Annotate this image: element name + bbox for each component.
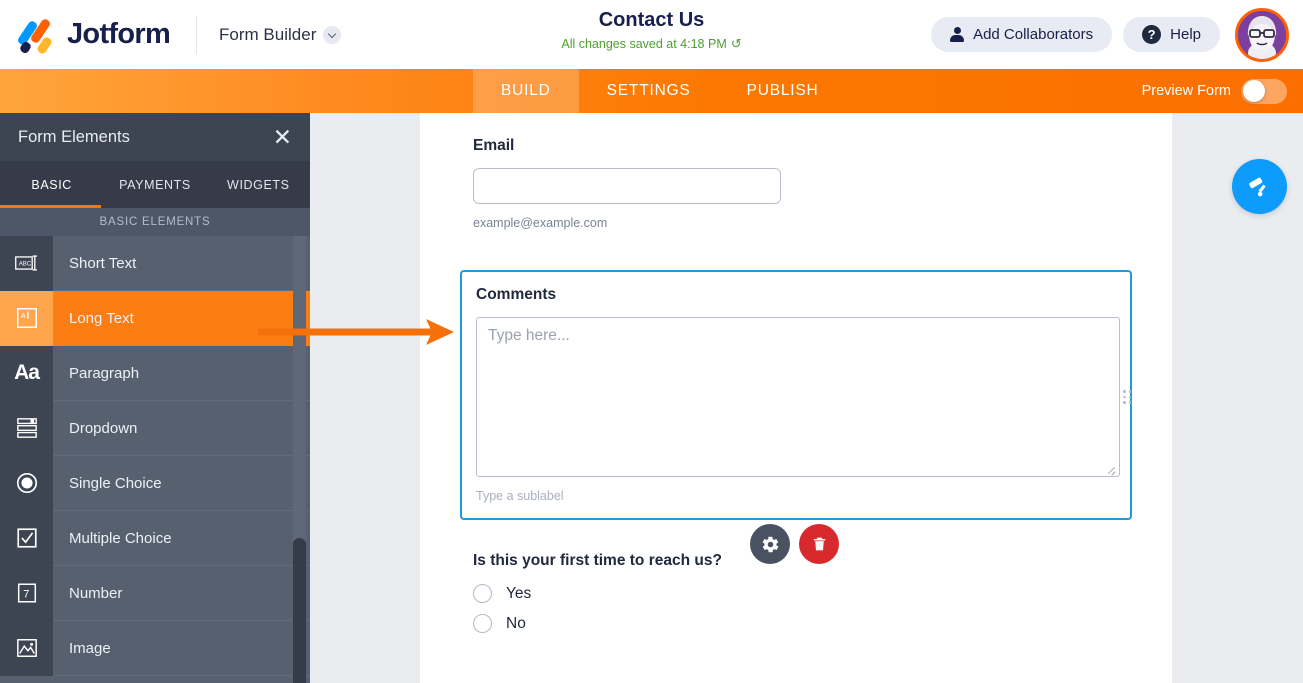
email-input[interactable] bbox=[473, 168, 781, 204]
save-status: All changes saved at 4:18 PM ↺ bbox=[561, 36, 741, 52]
arrow-right-icon bbox=[258, 317, 458, 352]
radio-icon-yes[interactable] bbox=[473, 584, 492, 603]
svg-text:A: A bbox=[21, 313, 26, 320]
form-field-first-time[interactable]: Is this your first time to reach us? Yes… bbox=[473, 552, 1073, 633]
sidebar-tab-indicator bbox=[0, 205, 101, 208]
svg-text:ABC: ABC bbox=[18, 262, 31, 268]
preview-form-toggle[interactable]: Preview Form bbox=[1142, 69, 1287, 113]
avatar[interactable] bbox=[1235, 7, 1289, 62]
sidebar-element-list: ABC Short Text A Long Text Aa Paragraph … bbox=[0, 235, 310, 683]
image-icon bbox=[0, 620, 53, 676]
question-mark-icon: ? bbox=[1142, 25, 1162, 44]
comments-textarea[interactable]: Type here... bbox=[476, 317, 1120, 477]
comments-label: Comments bbox=[476, 286, 557, 303]
radio-icon-no[interactable] bbox=[473, 614, 492, 633]
sidebar-section-label: BASIC ELEMENTS bbox=[0, 208, 310, 236]
long-text-icon: A bbox=[0, 290, 53, 346]
tab-build[interactable]: BUILD bbox=[473, 69, 579, 113]
jotform-logo-icon bbox=[16, 15, 58, 55]
gear-icon bbox=[762, 536, 778, 552]
brand-name: Jotform bbox=[67, 18, 171, 50]
radio-icon bbox=[0, 455, 53, 511]
email-sublabel: example@example.com bbox=[473, 216, 608, 230]
help-button[interactable]: ? Help bbox=[1123, 17, 1220, 52]
sidebar-item-dropdown[interactable]: Dropdown bbox=[0, 400, 310, 456]
field-properties-button[interactable] bbox=[750, 524, 790, 564]
add-collaborators-button[interactable]: Add Collaborators bbox=[931, 17, 1113, 52]
sidebar-item-number[interactable]: 7 Number bbox=[0, 565, 310, 621]
product-menu-label: Form Builder bbox=[219, 24, 317, 44]
sidebar-scrollbar-thumb[interactable] bbox=[293, 538, 306, 683]
svg-text:7: 7 bbox=[23, 589, 29, 601]
tab-settings[interactable]: SETTINGS bbox=[579, 69, 719, 113]
sidebar-item-label: Image bbox=[69, 639, 111, 657]
radio-label-yes: Yes bbox=[506, 584, 532, 602]
sidebar-tabs: BASIC PAYMENTS WIDGETS bbox=[0, 161, 310, 208]
sidebar-item-label: Dropdown bbox=[69, 419, 138, 437]
paragraph-icon: Aa bbox=[0, 345, 53, 401]
header-divider bbox=[196, 15, 198, 54]
header-actions: Add Collaborators ? Help bbox=[931, 0, 1289, 69]
sidebar-item-paragraph[interactable]: Aa Paragraph bbox=[0, 345, 310, 401]
checkbox-icon bbox=[0, 510, 53, 566]
dropdown-icon bbox=[0, 400, 53, 456]
chevron-down-icon bbox=[323, 25, 342, 44]
email-label: Email bbox=[473, 137, 515, 154]
app-header: Jotform Form Builder Contact Us All chan… bbox=[0, 0, 1303, 69]
builder-navbar: BUILD SETTINGS PUBLISH Preview Form bbox=[0, 69, 1303, 113]
preview-form-label: Preview Form bbox=[1141, 83, 1231, 99]
builder-tabs: BUILD SETTINGS PUBLISH bbox=[473, 69, 847, 113]
sidebar-item-single-choice[interactable]: Single Choice bbox=[0, 455, 310, 511]
sidebar-item-multiple-choice[interactable]: Multiple Choice bbox=[0, 510, 310, 566]
tab-publish[interactable]: PUBLISH bbox=[719, 69, 847, 113]
form-field-email[interactable]: Email example@example.com bbox=[420, 113, 1172, 230]
comments-placeholder: Type here... bbox=[488, 327, 570, 344]
sidebar-item-image[interactable]: Image bbox=[0, 620, 310, 676]
close-icon[interactable]: ✕ bbox=[273, 125, 292, 149]
form-designer-button[interactable] bbox=[1232, 159, 1287, 214]
sidebar-item-label: Single Choice bbox=[69, 474, 162, 492]
field-delete-button[interactable] bbox=[799, 524, 839, 564]
sidebar-item-label: Short Text bbox=[69, 254, 137, 272]
resize-handle[interactable] bbox=[1107, 465, 1116, 474]
sidebar-item-label: Paragraph bbox=[69, 364, 140, 382]
brand-logo[interactable]: Jotform bbox=[16, 15, 171, 55]
comments-sublabel-placeholder[interactable]: Type a sublabel bbox=[476, 489, 1116, 503]
short-text-icon: ABC bbox=[0, 235, 53, 291]
toggle-knob bbox=[1242, 80, 1265, 102]
trash-icon bbox=[813, 537, 825, 551]
sidebar-tab-payments[interactable]: PAYMENTS bbox=[103, 178, 206, 192]
sidebar-header: Form Elements ✕ bbox=[0, 113, 310, 161]
sidebar-item-label: Multiple Choice bbox=[69, 529, 172, 547]
radio-option-yes[interactable]: Yes bbox=[473, 584, 1073, 603]
form-elements-sidebar: Form Elements ✕ BASIC PAYMENTS WIDGETS B… bbox=[0, 113, 310, 683]
form-field-comments[interactable]: Comments Type here... Type a sublabel bbox=[460, 270, 1132, 520]
help-label: Help bbox=[1170, 26, 1201, 43]
sidebar-tab-basic[interactable]: BASIC bbox=[0, 178, 103, 192]
person-icon bbox=[950, 27, 965, 42]
sidebar-item-short-text[interactable]: ABC Short Text bbox=[0, 235, 310, 291]
sidebar-item-label: Long Text bbox=[69, 309, 134, 327]
radio-option-no[interactable]: No bbox=[473, 614, 1073, 633]
number-icon: 7 bbox=[0, 565, 53, 621]
sidebar-title: Form Elements bbox=[18, 127, 130, 146]
user-avatar-image bbox=[1238, 10, 1286, 59]
drag-handle-icon[interactable] bbox=[1123, 390, 1134, 404]
jotform-form-builder: Jotform Form Builder Contact Us All chan… bbox=[0, 0, 1303, 683]
sidebar-item-label: Number bbox=[69, 584, 123, 602]
field-action-buttons bbox=[750, 524, 839, 564]
save-status-text: All changes saved at 4:18 PM bbox=[561, 37, 727, 51]
add-collaborators-label: Add Collaborators bbox=[973, 26, 1094, 43]
radio-label-no: No bbox=[506, 614, 526, 632]
undo-icon[interactable]: ↺ bbox=[731, 36, 742, 52]
preview-toggle-switch[interactable] bbox=[1241, 78, 1287, 104]
paint-roller-icon bbox=[1248, 177, 1266, 196]
sidebar-tab-widgets[interactable]: WIDGETS bbox=[207, 178, 310, 192]
product-menu[interactable]: Form Builder bbox=[219, 24, 342, 45]
